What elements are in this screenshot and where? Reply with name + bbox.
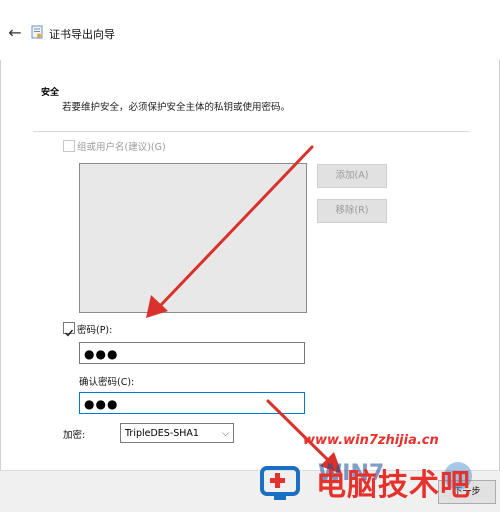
watermark-url: www.win7zhijia.cn: [303, 433, 439, 448]
chevron-down-icon: ⌵: [222, 429, 229, 439]
user-listbox[interactable]: [79, 163, 307, 313]
password-input[interactable]: ●●●: [79, 342, 305, 364]
divider: [33, 131, 469, 132]
watermark-brand-text: 电脑技术吧: [316, 468, 471, 503]
encryption-label: 加密:: [63, 430, 86, 441]
remove-button[interactable]: 移除(R): [317, 199, 387, 223]
monitor-icon: [260, 466, 300, 500]
password-checkbox[interactable]: [63, 322, 75, 337]
group-or-user-label: 组或用户名(建议)(G): [77, 142, 166, 153]
certificate-icon: [31, 25, 43, 39]
group-or-user-checkbox[interactable]: [63, 140, 75, 152]
confirm-password-input[interactable]: ●●●: [79, 392, 305, 414]
wizard-title: 证书导出向导: [49, 28, 115, 41]
encryption-select[interactable]: TripleDES-SHA1 ⌵: [120, 423, 234, 443]
back-arrow-icon[interactable]: ←: [6, 24, 24, 42]
window-border-left: [0, 0, 1, 511]
checkmark-icon: [65, 329, 74, 337]
section-title: 安全: [41, 88, 60, 98]
password-label: 密码(P):: [77, 325, 113, 336]
add-button[interactable]: 添加(A): [317, 164, 387, 188]
section-description: 若要维护安全，必须保护安全主体的私钥或使用密码。: [62, 102, 291, 113]
confirm-password-label: 确认密码(C):: [79, 377, 135, 388]
encryption-selected-value: TripleDES-SHA1: [125, 428, 199, 439]
